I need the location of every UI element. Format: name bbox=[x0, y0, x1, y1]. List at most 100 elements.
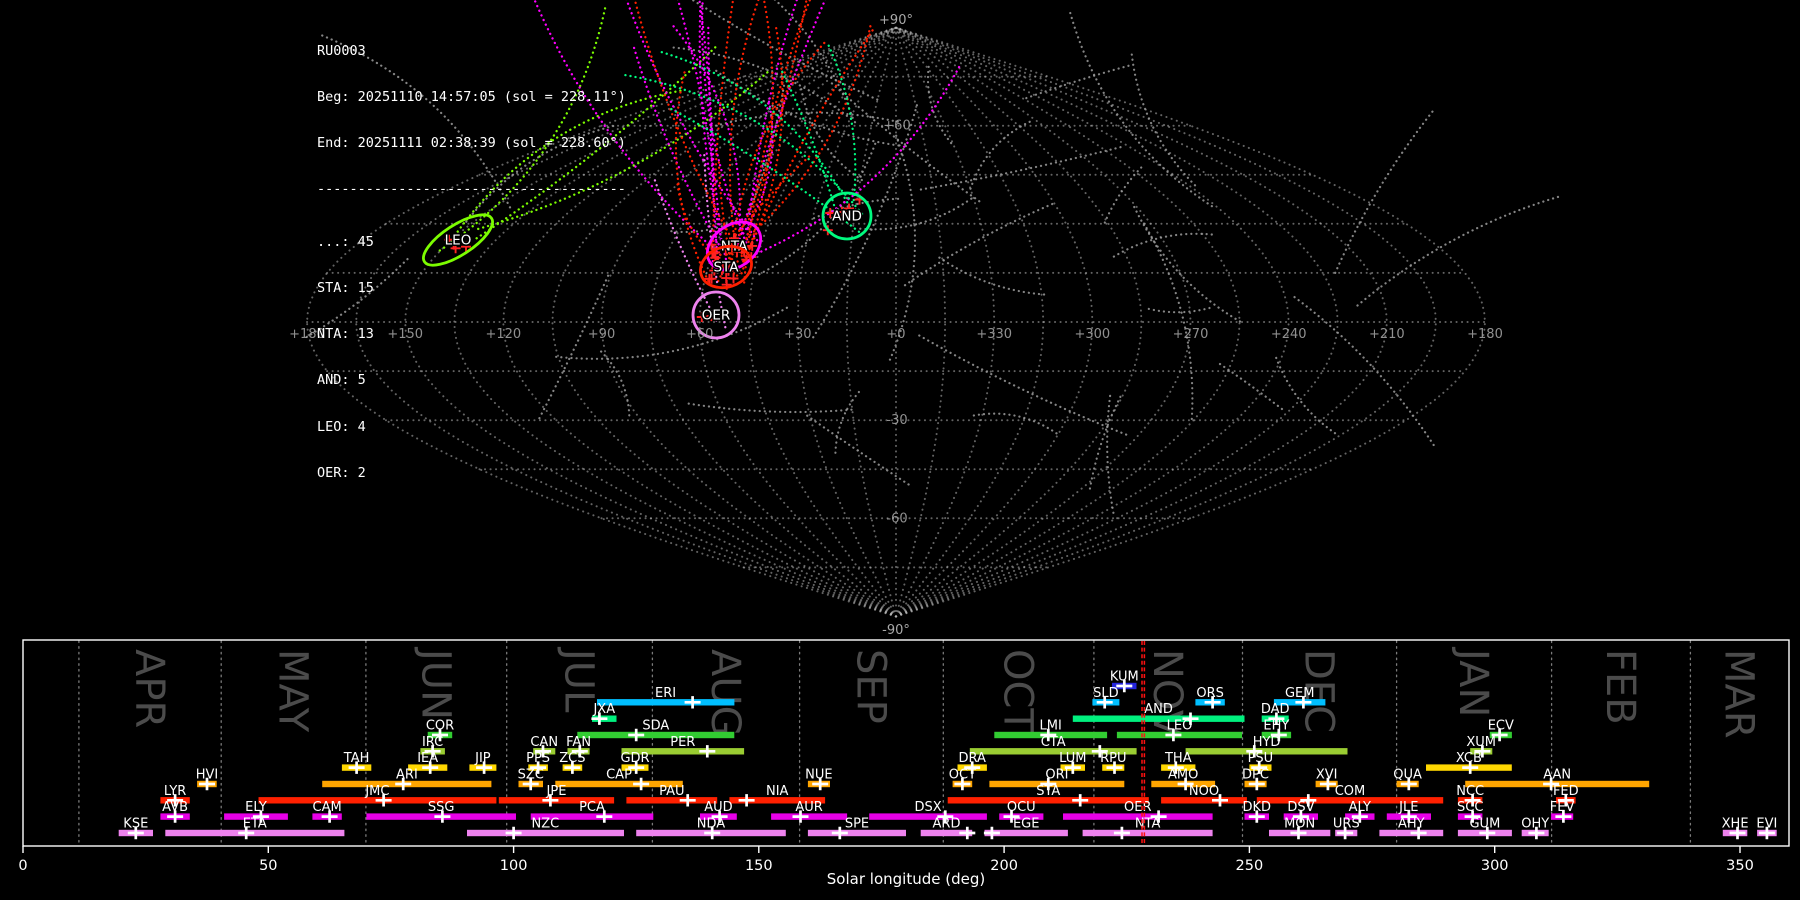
axis-tick-label-50: 50 bbox=[259, 858, 277, 874]
count-OER: OER: 2 bbox=[317, 464, 366, 481]
shower-JIP: JIP bbox=[469, 751, 497, 774]
shower-label-THA: THA bbox=[1164, 751, 1192, 766]
shower-XCB: XCB bbox=[1426, 751, 1512, 774]
shower-XHE: XHE bbox=[1722, 817, 1749, 840]
axis-tick-label-100: 100 bbox=[500, 858, 528, 874]
axis-tick-label-300: 300 bbox=[1481, 858, 1509, 874]
shower-label-SCC: SCC bbox=[1457, 800, 1483, 815]
shower-EGE: EGE bbox=[983, 817, 1068, 840]
activity-timeline-chart: APR MAY JUN JUL AUG SEP OCT NOV DEC JAN FEB MARKUME… bbox=[18, 639, 1790, 888]
shower-JXA: JXA bbox=[591, 702, 617, 725]
shower-label-SDA: SDA bbox=[642, 719, 669, 734]
shower-label-JIP: JIP bbox=[474, 751, 491, 766]
shower-ARI: ARI bbox=[322, 768, 492, 791]
shower-max-marker-ARD bbox=[959, 826, 976, 840]
shower-label-ERI: ERI bbox=[655, 686, 676, 701]
month-label-MAY: MAY bbox=[270, 649, 316, 733]
shower-ETA: ETA bbox=[165, 817, 345, 840]
shower-label-CAM: CAM bbox=[313, 800, 342, 815]
shower-OHY: OHY bbox=[1521, 817, 1549, 840]
shower-row-6: HVI ARI SZC CAP NUE OCT ORI AMO DPC XVI QUA AAN bbox=[196, 768, 1650, 791]
shower-label-LMI: LMI bbox=[1040, 719, 1062, 734]
month-label-JAN: JAN bbox=[1450, 646, 1496, 717]
shower-label-AND: AND bbox=[1144, 702, 1173, 717]
month-label-APR: APR bbox=[126, 649, 172, 728]
x-axis: 0 50 100 150 200 250 300 350 Solar longitude (de… bbox=[18, 846, 1754, 888]
shower-DKD: DKD bbox=[1243, 800, 1271, 823]
shower-DPC: DPC bbox=[1242, 768, 1269, 791]
shower-label-OER: OER bbox=[1124, 800, 1151, 815]
count-NTA: NTA: 13 bbox=[317, 326, 374, 343]
shower-max-marker-STA bbox=[1072, 794, 1089, 807]
shower-label-CAP: CAP bbox=[606, 768, 632, 783]
shower-label-NCC: NCC bbox=[1456, 784, 1484, 799]
axis-tick-label-200: 200 bbox=[990, 858, 1018, 874]
shower-label-ARI: ARI bbox=[396, 768, 418, 783]
shower-max-marker-EGE bbox=[983, 826, 1000, 840]
shower-MON: MON bbox=[1269, 817, 1331, 840]
shower-label-AAN: AAN bbox=[1543, 768, 1571, 783]
shower-JMC: JMC bbox=[258, 784, 497, 807]
shower-max-marker-ERI bbox=[684, 696, 701, 709]
shower-AUR: AUR bbox=[771, 800, 848, 823]
axis-tick-label-250: 250 bbox=[1236, 858, 1264, 874]
shower-NOO: NOO bbox=[1161, 784, 1247, 807]
shower-ARD: ARD bbox=[920, 817, 976, 840]
shower-label-XHE: XHE bbox=[1722, 817, 1749, 832]
shower-NZC: NZC bbox=[467, 817, 624, 840]
shower-label-PCA: PCA bbox=[579, 800, 605, 815]
shower-label-PAU: PAU bbox=[659, 784, 684, 799]
shower-rows: KUMERI SLD ORS GEMJXA AND DADCOR SDA LMI LEO EHY E… bbox=[118, 670, 1777, 840]
shower-KSE: KSE bbox=[118, 817, 153, 840]
shower-label-HYD: HYD bbox=[1253, 735, 1281, 750]
shower-max-marker-NIA bbox=[738, 794, 755, 807]
shower-LEO: LEO bbox=[1116, 719, 1242, 742]
shower-label-STA: STA bbox=[1036, 784, 1060, 799]
observation-header: RU0003 Beg: 20251110 14:57:05 (sol = 228… bbox=[317, 13, 626, 512]
shower-ORS: ORS bbox=[1195, 686, 1225, 709]
axis-tick-label-150: 150 bbox=[745, 858, 773, 874]
shower-TAH: TAH bbox=[341, 751, 372, 774]
shower-STA: STA bbox=[947, 784, 1149, 807]
count-sporadic: ...: 45 bbox=[317, 233, 374, 250]
shower-label-NTA: NTA bbox=[1135, 817, 1161, 832]
obs-begin: Beg: 20251110 14:57:05 (sol = 228.11°) bbox=[317, 89, 626, 106]
shower-EVI: EVI bbox=[1756, 817, 1777, 840]
shower-label-JXA: JXA bbox=[592, 702, 615, 717]
shower-AHY: AHY bbox=[1379, 817, 1444, 840]
shower-max-marker-PER bbox=[699, 745, 716, 758]
shower-label-SPE: SPE bbox=[845, 817, 869, 832]
month-label-OCT: OCT bbox=[995, 649, 1041, 733]
shower-label-GUM: GUM bbox=[1469, 817, 1500, 832]
shower-label-EGE: EGE bbox=[1013, 817, 1040, 832]
shower-SPE: SPE bbox=[807, 817, 906, 840]
shower-CAM: CAM bbox=[312, 800, 342, 823]
shower-URS: URS bbox=[1333, 817, 1360, 840]
shower-label-AMO: AMO bbox=[1168, 768, 1198, 783]
shower-label-NIA: NIA bbox=[766, 784, 789, 799]
shower-label-AHY: AHY bbox=[1398, 817, 1425, 832]
month-label-FEB: FEB bbox=[1597, 649, 1643, 725]
shower-NTA: NTA bbox=[1082, 817, 1213, 840]
shower-label-ORS: ORS bbox=[1196, 686, 1224, 701]
station-id: RU0003 bbox=[317, 42, 366, 59]
shower-label-ARD: ARD bbox=[933, 817, 961, 832]
axis-tick-label-350: 350 bbox=[1726, 858, 1754, 874]
shower-SSG: SSG bbox=[366, 800, 516, 823]
shower-label-DSX: DSX bbox=[915, 800, 942, 815]
axis-tick-label-0: 0 bbox=[18, 858, 27, 874]
month-label-MAR: MAR bbox=[1716, 649, 1762, 739]
month-label-AUG: AUG bbox=[702, 649, 748, 737]
shower-label-NOO: NOO bbox=[1189, 784, 1219, 799]
shower-label-ELY: ELY bbox=[245, 800, 267, 815]
count-LEO: LEO: 4 bbox=[317, 418, 366, 435]
shower-HVI: HVI bbox=[196, 768, 218, 791]
shower-ZCS: ZCS bbox=[559, 751, 586, 774]
shower-label-JMC: JMC bbox=[364, 784, 389, 799]
month-label-JUN: JUN bbox=[412, 646, 458, 720]
shower-label-PER: PER bbox=[670, 735, 695, 750]
shower-DSX: DSX bbox=[869, 800, 987, 823]
shower-label-COM: COM bbox=[1335, 784, 1366, 799]
shower-GUM: GUM bbox=[1457, 817, 1512, 840]
shower-SZC: SZC bbox=[518, 768, 544, 791]
